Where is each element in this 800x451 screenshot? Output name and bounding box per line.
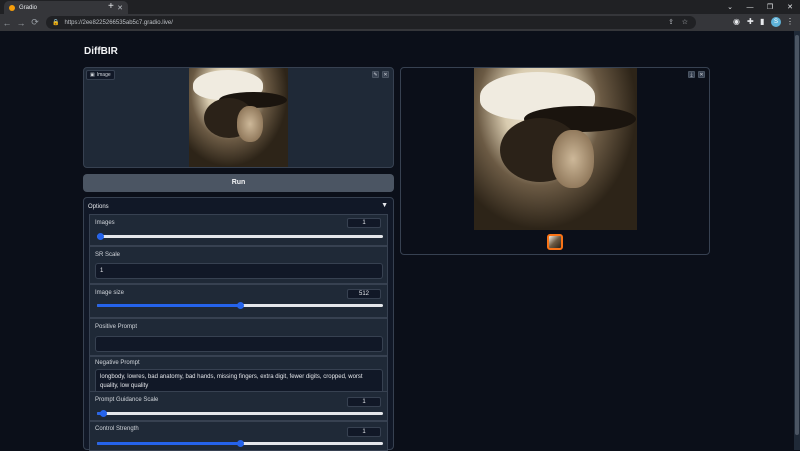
- image-size-slider-fill: [97, 304, 240, 307]
- input-photo: [189, 68, 288, 167]
- image-size-label: Image size: [95, 290, 125, 296]
- photo-face: [237, 106, 263, 142]
- options-header[interactable]: Options: [88, 204, 109, 210]
- images-field: Images 1: [89, 214, 388, 246]
- image-size-slider[interactable]: [97, 302, 383, 309]
- image-label-badge: ▣ Image: [86, 70, 115, 80]
- control-strength-field: Control Strength 1: [89, 421, 388, 451]
- sr-scale-field: SR Scale 1: [89, 246, 388, 284]
- back-icon[interactable]: ←: [0, 18, 14, 28]
- image-icon: ▣: [90, 72, 95, 78]
- collapse-triangle-icon[interactable]: ▼: [381, 202, 388, 209]
- control-strength-slider-fill: [97, 442, 240, 445]
- output-photo[interactable]: [474, 68, 637, 230]
- guidance-scale-slider-knob[interactable]: [100, 410, 107, 417]
- options-accordion: Options ▼ Images 1 SR Scale 1 Image size…: [83, 197, 394, 451]
- puzzle-extensions-icon[interactable]: ✚: [747, 17, 754, 26]
- minimize-button[interactable]: —: [740, 4, 760, 11]
- clear-image-icon[interactable]: ✕: [382, 71, 389, 78]
- browser-tab-strip: Gradio ✕ + ⌄ — ❐ ✕: [0, 0, 800, 14]
- extension-icon[interactable]: ◉: [733, 17, 740, 26]
- tab-search-icon[interactable]: ⌄: [720, 3, 740, 11]
- close-preview-icon[interactable]: ✕: [698, 71, 705, 78]
- guidance-scale-label: Prompt Guidance Scale: [95, 397, 159, 403]
- profile-avatar[interactable]: S: [771, 17, 781, 27]
- window-controls: ⌄ — ❐ ✕: [720, 0, 800, 14]
- download-icon[interactable]: ⤓: [688, 71, 695, 78]
- guidance-scale-field: Prompt Guidance Scale 1: [89, 391, 388, 421]
- url-text: https://2ee8225266535ab5c7.gradio.live/: [64, 19, 173, 26]
- positive-prompt-label: Positive Prompt: [95, 324, 138, 330]
- guidance-scale-number-input[interactable]: 1: [347, 397, 381, 407]
- browser-toolbar: ← → ⟳ 🔒 https://2ee8225266535ab5c7.gradi…: [0, 14, 800, 31]
- output-gallery-panel: ⤓ ✕: [400, 67, 710, 255]
- sr-scale-input[interactable]: 1: [95, 263, 383, 279]
- new-tab-button[interactable]: +: [108, 1, 114, 12]
- close-window-button[interactable]: ✕: [780, 3, 800, 11]
- output-photo-face: [552, 130, 594, 188]
- menu-kebab-icon[interactable]: ⋮: [786, 17, 794, 26]
- sidebar-icon[interactable]: ▮: [760, 17, 764, 26]
- control-strength-slider-knob[interactable]: [237, 440, 244, 447]
- negative-prompt-label: Negative Prompt: [95, 360, 140, 366]
- bookmark-star-icon[interactable]: ☆: [682, 18, 688, 26]
- tab-title: Gradio: [19, 4, 38, 11]
- image-size-field: Image size 512: [89, 284, 388, 318]
- images-number-input[interactable]: 1: [347, 218, 381, 228]
- images-slider[interactable]: [97, 233, 383, 240]
- guidance-scale-slider[interactable]: [97, 410, 383, 417]
- address-bar[interactable]: 🔒 https://2ee8225266535ab5c7.gradio.live…: [46, 16, 696, 29]
- edit-icon[interactable]: ✎: [372, 71, 379, 78]
- forward-icon[interactable]: →: [14, 18, 28, 28]
- sr-scale-label: SR Scale: [95, 252, 121, 258]
- gradio-page: DiffBIR ▣ Image ✎ ✕ Run Options ▼ Images …: [0, 31, 794, 451]
- scrollbar-thumb[interactable]: [795, 35, 799, 435]
- positive-prompt-textarea[interactable]: [95, 336, 383, 352]
- tab-close-icon[interactable]: ✕: [117, 4, 123, 12]
- image-size-number-input[interactable]: 512: [347, 289, 381, 299]
- images-label: Images: [95, 220, 115, 226]
- lock-icon: 🔒: [52, 20, 60, 26]
- run-button[interactable]: Run: [83, 174, 394, 192]
- control-strength-number-input[interactable]: 1: [347, 427, 381, 437]
- reload-icon[interactable]: ⟳: [28, 17, 42, 28]
- control-strength-slider[interactable]: [97, 440, 383, 447]
- page-title: DiffBIR: [84, 46, 118, 57]
- gradio-favicon-icon: [9, 4, 15, 11]
- page-scrollbar[interactable]: [794, 31, 800, 450]
- control-strength-label: Control Strength: [95, 426, 139, 432]
- maximize-button[interactable]: ❐: [760, 3, 780, 11]
- positive-prompt-field: Positive Prompt: [89, 318, 388, 356]
- images-slider-knob[interactable]: [97, 233, 104, 240]
- share-icon[interactable]: ⇪: [668, 18, 674, 26]
- image-label-text: Image: [96, 72, 111, 78]
- gallery-thumbnail[interactable]: [547, 234, 563, 250]
- image-size-slider-knob[interactable]: [237, 302, 244, 309]
- input-image-panel[interactable]: ▣ Image ✎ ✕: [83, 67, 394, 168]
